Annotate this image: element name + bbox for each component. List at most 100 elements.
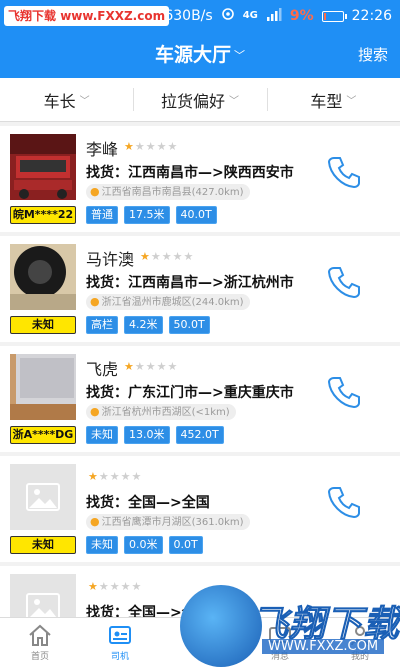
tag-row: 未知 13.0米 452.0T (86, 426, 224, 444)
license-plate: 浙A****DG (10, 426, 76, 444)
star-empty-icon: ★★★★ (98, 580, 143, 593)
location-pin-icon: ● (90, 295, 100, 308)
driver-card-icon (109, 626, 131, 644)
star-empty-icon: ★★★★ (150, 250, 195, 263)
status-bar: 飞翔下载 www.FXXZ.com 630B/s 4G 9% 22:26 (0, 0, 400, 32)
vehicle-card[interactable]: 未知 马许澳 ★★★★★ 找货：江西南昌市—>浙江杭州市 ● 浙江省温州市鹿城区(… (0, 236, 400, 342)
star-empty-icon: ★★★★ (98, 470, 143, 483)
network-type: 4G (242, 10, 258, 21)
page-title-text: 车源大厅 (154, 44, 231, 66)
vehicle-card[interactable]: 皖M****22 李峰 ★★★★★ 找货：江西南昌市—>陕西西安市 ● 江西省南昌… (0, 126, 400, 232)
filter-truck-type[interactable]: 车型 ﹀ (266, 78, 400, 121)
tab-driver[interactable]: 司机 (80, 618, 160, 667)
chevron-down-icon: ﹀ (234, 48, 245, 62)
watermark-badge-url: www.FXXZ.com (60, 9, 166, 23)
filter-bar: 车长 ﹀ 拉货偏好 ﹀ 车型 ﹀ (0, 78, 400, 122)
star-filled-icon: ★ (124, 360, 135, 373)
battery-percent: 9% (289, 8, 314, 24)
star-filled-icon: ★ (88, 470, 99, 483)
star-filled-icon: ★ (124, 140, 135, 153)
tag-truck-type: 普通 (86, 206, 118, 224)
tag-load: 0.0T (168, 536, 203, 554)
phone-call-icon[interactable] (324, 262, 364, 302)
tag-row: 普通 17.5米 40.0T (86, 206, 217, 224)
filter-truck-length[interactable]: 车长 ﹀ (0, 78, 133, 121)
star-filled-icon: ★ (88, 580, 99, 593)
vehicle-photo-placeholder (10, 574, 76, 617)
filter-label: 车型 (310, 91, 343, 111)
phone-call-icon[interactable] (324, 482, 364, 522)
signal-icon (266, 7, 282, 25)
route-text: 找货：江西南昌市—>浙江杭州市 (86, 275, 294, 291)
sync-icon (221, 7, 235, 25)
watermark-overlay: 飞翔下载 WWW.FXXZ.COM (180, 585, 400, 667)
watermark-logo (180, 585, 262, 667)
watermark-badge-brand: 飞翔下载 (8, 9, 57, 23)
location-text: 江西省南昌市南昌县(427.0km) (101, 187, 244, 198)
route-text: 找货：江西南昌市—>陕西西安市 (86, 165, 294, 181)
rating-stars: ★★★★★ (140, 250, 194, 263)
clock: 22:26 (351, 8, 392, 24)
chevron-down-icon: ﹀ (79, 96, 90, 107)
image-placeholder-icon (10, 574, 76, 617)
search-button[interactable]: 搜索 (358, 32, 388, 78)
tab-label: 首页 (30, 652, 49, 662)
status-indicators: 630B/s 4G 9% 22:26 (164, 0, 392, 32)
tag-load: 40.0T (175, 206, 217, 224)
watermark-url: WWW.FXXZ.COM (262, 639, 385, 654)
tab-home[interactable]: 首页 (0, 618, 80, 667)
home-icon (29, 624, 51, 646)
tag-load: 50.0T (168, 316, 210, 334)
phone-call-icon[interactable] (324, 152, 364, 192)
tag-truck-length: 4.2米 (124, 316, 163, 334)
tag-truck-type: 未知 (86, 426, 118, 444)
rating-stars: ★★★★★ (88, 580, 142, 593)
star-empty-icon: ★★★★ (134, 140, 179, 153)
vehicle-photo (10, 244, 76, 310)
route-text: 找货：全国—>全国 (86, 495, 210, 511)
license-plate: 未知 (10, 316, 76, 334)
page-title[interactable]: 车源大厅 ﹀ (0, 32, 400, 78)
vehicle-card[interactable]: 未知 ★★★★★ 找货：全国—>全国 ● 江西省鹰潭市月湖区(361.0km) 未… (0, 456, 400, 562)
network-speed: 630B/s (164, 8, 213, 24)
tag-truck-length: 13.0米 (124, 426, 170, 444)
location-pin-icon: ● (90, 185, 100, 198)
location-pill: ● 浙江省温州市鹿城区(244.0km) (86, 294, 250, 310)
tag-row: 高栏 4.2米 50.0T (86, 316, 210, 334)
filter-label: 车长 (43, 91, 76, 111)
license-plate: 皖M****22 (10, 206, 76, 224)
tab-label: 司机 (110, 652, 129, 662)
location-text: 浙江省温州市鹿城区(244.0km) (101, 297, 244, 308)
license-plate: 未知 (10, 536, 76, 554)
driver-name: 飞虎 (86, 360, 119, 379)
image-placeholder-icon (10, 464, 76, 530)
tag-truck-type: 高栏 (86, 316, 118, 334)
vehicle-photo-placeholder (10, 464, 76, 530)
rating-stars: ★★★★★ (124, 360, 178, 373)
phone-call-icon[interactable] (324, 372, 364, 412)
location-pill: ● 江西省鹰潭市月湖区(361.0km) (86, 514, 250, 530)
star-filled-icon: ★ (140, 250, 151, 263)
location-text: 浙江省杭州市西湖区(<1km) (101, 407, 230, 418)
location-text: 江西省鹰潭市月湖区(361.0km) (101, 517, 244, 528)
chevron-down-icon: ﹀ (346, 96, 357, 107)
tag-truck-length: 0.0米 (124, 536, 163, 554)
filter-label: 拉货偏好 (160, 91, 225, 111)
tag-row: 未知 0.0米 0.0T (86, 536, 203, 554)
location-pill: ● 浙江省杭州市西湖区(<1km) (86, 404, 236, 420)
location-pill: ● 江西省南昌市南昌县(427.0km) (86, 184, 250, 200)
watermark-badge: 飞翔下载 www.FXXZ.com (4, 6, 170, 26)
star-empty-icon: ★★★★ (134, 360, 179, 373)
rating-stars: ★★★★★ (124, 140, 178, 153)
driver-name: 马许澳 (86, 250, 135, 269)
vehicle-photo (10, 134, 76, 200)
filter-cargo-preference[interactable]: 拉货偏好 ﹀ (133, 78, 266, 121)
vehicle-card[interactable]: 浙A****DG 飞虎 ★★★★★ 找货：广东江门市—>重庆重庆市 ● 浙江省杭州… (0, 346, 400, 452)
chevron-down-icon: ﹀ (229, 96, 239, 107)
rating-stars: ★★★★★ (88, 470, 142, 483)
vehicle-list[interactable]: 皖M****22 李峰 ★★★★★ 找货：江西南昌市—>陕西西安市 ● 江西省南昌… (0, 122, 400, 617)
driver-name: 李峰 (86, 140, 119, 159)
route-text: 找货：广东江门市—>重庆重庆市 (86, 385, 294, 401)
vehicle-photo (10, 354, 76, 420)
location-pin-icon: ● (90, 405, 100, 418)
